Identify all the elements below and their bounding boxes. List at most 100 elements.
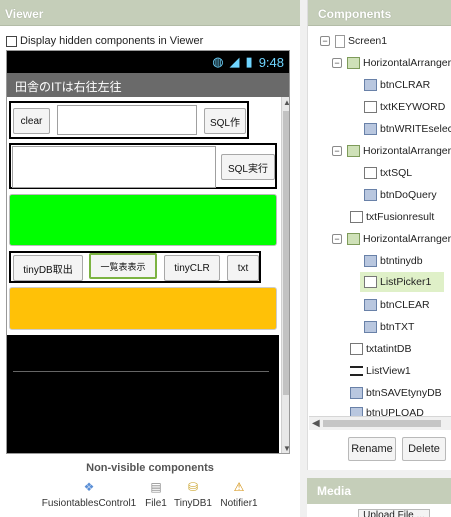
tree-item-txtatintdb[interactable]: txtatintDB	[350, 339, 412, 359]
media-title: Media	[317, 484, 352, 498]
textbox-icon	[350, 211, 363, 223]
list-picker[interactable]: 一覧表表示	[89, 253, 157, 279]
nonvisible-tinydb[interactable]: ⛁ TinyDB1	[172, 480, 214, 509]
tree-item-btnupload[interactable]: btnUPLOAD	[350, 403, 424, 416]
tree-label: txtSQL	[380, 167, 413, 179]
phone-preview: ◍ ◢ ▮ 9:48 田舎のITは右往左往 clear SQL作 SQL実行 t…	[6, 50, 290, 454]
display-hidden-toggle[interactable]: Display hidden components in Viewer	[6, 35, 203, 47]
tree-item-harr3[interactable]: − HorizontalArranger	[332, 229, 451, 249]
textbox-icon	[350, 343, 363, 355]
tree-label: btnCLEAR	[380, 299, 430, 311]
upload-file-button[interactable]: Upload File ...	[358, 509, 430, 517]
tree-item-btnclear[interactable]: btnCLEAR	[364, 295, 430, 315]
horizontal-arrangement-icon	[347, 233, 360, 245]
button-icon	[350, 407, 363, 416]
clear-button[interactable]: clear	[13, 108, 50, 134]
checkbox-icon[interactable]	[6, 35, 17, 47]
collapse-icon[interactable]: −	[332, 58, 342, 68]
tree-item-btnclrar[interactable]: btnCLRAR	[364, 75, 430, 95]
warning-icon: ⚠	[233, 480, 245, 494]
tree-label: ListView1	[366, 365, 411, 377]
textbox-icon	[364, 101, 377, 113]
tree-item-txtfusionresult[interactable]: txtFusionresult	[350, 207, 434, 227]
button-icon	[364, 255, 377, 267]
fusion-result-text[interactable]	[9, 194, 277, 246]
listview-icon	[350, 366, 363, 376]
collapse-icon[interactable]: −	[332, 234, 342, 244]
horizontal-arrangement-1[interactable]: clear SQL作	[9, 101, 249, 139]
sql-make-button[interactable]: SQL作	[204, 108, 246, 134]
sql-exec-button[interactable]: SQL実行	[221, 154, 275, 180]
list-view[interactable]	[7, 335, 279, 453]
file-icon: ▤	[150, 480, 162, 494]
designer-root: Viewer Display hidden components in View…	[0, 0, 451, 517]
nonvisible-label: TinyDB1	[174, 498, 212, 509]
tree-item-harr1[interactable]: − HorizontalArranger	[332, 53, 451, 73]
nonvisible-fusiontables[interactable]: ❖ FusiontablesControl1	[40, 480, 138, 509]
tree-item-txtsql[interactable]: txtSQL	[364, 163, 412, 183]
tree-label: btnTXT	[380, 321, 415, 333]
hscroll-thumb[interactable]	[323, 420, 441, 427]
nonvisible-title: Non-visible components	[86, 462, 214, 474]
nonvisible-notifier[interactable]: ⚠ Notifier1	[215, 480, 263, 509]
tree-label: btnDoQuery	[380, 189, 437, 201]
components-hscrollbar[interactable]: ◀	[309, 416, 451, 430]
tree-item-harr2[interactable]: − HorizontalArranger	[332, 141, 451, 161]
media-header: Media	[307, 478, 451, 504]
viewer-scrollbar[interactable]: ▲ ▼	[281, 97, 289, 453]
app-title-bar: 田舎のITは右往左往	[7, 73, 289, 97]
keyword-input[interactable]	[57, 105, 197, 135]
scroll-down-icon[interactable]: ▼	[282, 443, 289, 453]
nonvisible-label: Notifier1	[220, 498, 258, 509]
button-icon	[364, 189, 377, 201]
sql-input[interactable]	[12, 146, 216, 188]
tree-label: Screen1	[348, 35, 388, 47]
rename-button[interactable]: Rename	[348, 437, 396, 461]
button-icon	[364, 123, 377, 135]
tree-label: txtatintDB	[366, 343, 412, 355]
horizontal-arrangement-icon	[347, 57, 360, 69]
scroll-left-icon[interactable]: ◀	[312, 418, 320, 429]
horizontal-arrangement-icon	[347, 145, 360, 157]
nonvisible-label: File1	[145, 498, 167, 509]
listpicker-icon	[364, 276, 377, 288]
wifi-icon: ◍	[212, 54, 224, 69]
horizontal-arrangement-2[interactable]: SQL実行	[9, 143, 277, 189]
component-tree: − Screen1 − HorizontalArranger btnCLRAR …	[308, 26, 451, 416]
button-icon	[364, 299, 377, 311]
tree-item-txtkeyword[interactable]: txtKEYWORD	[364, 97, 445, 117]
tree-item-listpicker1[interactable]: ListPicker1	[360, 272, 444, 292]
scroll-up-icon[interactable]: ▲	[282, 97, 289, 109]
tree-item-listview1[interactable]: ListView1	[350, 361, 411, 381]
button-icon	[364, 321, 377, 333]
list-divider	[13, 371, 269, 372]
nonvisible-file[interactable]: ▤ File1	[140, 480, 172, 509]
scroll-thumb[interactable]	[283, 111, 289, 395]
tinyclr-button[interactable]: tinyCLR	[164, 255, 220, 281]
tree-item-btnwriteselect[interactable]: btnWRITEselect	[364, 119, 451, 139]
screen-content: clear SQL作 SQL実行 tinyDB取出 一覧表表示 tinyCLR …	[7, 97, 279, 453]
button-icon	[364, 79, 377, 91]
tree-label: HorizontalArranger	[363, 233, 451, 245]
txt-button[interactable]: txt	[227, 255, 259, 281]
horizontal-arrangement-3[interactable]: tinyDB取出 一覧表表示 tinyCLR txt	[9, 251, 261, 283]
collapse-icon[interactable]: −	[332, 146, 342, 156]
components-title: Components	[318, 7, 392, 21]
tree-item-btnsavetynydb[interactable]: btnSAVEtynyDB	[350, 383, 442, 403]
tree-label: btnWRITEselect	[380, 123, 451, 135]
collapse-icon[interactable]: −	[320, 36, 330, 46]
tree-label: ListPicker1	[380, 276, 432, 288]
app-title: 田舎のITは右往左往	[15, 80, 122, 94]
delete-button[interactable]: Delete	[402, 437, 446, 461]
tree-item-btntinydb[interactable]: btntinydb	[364, 251, 423, 271]
tree-item-btndoquery[interactable]: btnDoQuery	[364, 185, 437, 205]
tree-label: txtKEYWORD	[380, 101, 446, 113]
battery-icon: ▮	[245, 54, 253, 69]
tree-label: HorizontalArranger	[363, 57, 451, 69]
tree-item-btntxt[interactable]: btnTXT	[364, 317, 414, 337]
button-icon	[350, 387, 363, 399]
tinydb-get-button[interactable]: tinyDB取出	[13, 255, 83, 281]
database-icon: ⛁	[187, 480, 199, 494]
tree-item-screen1[interactable]: − Screen1	[320, 31, 387, 51]
tinydb-text[interactable]	[9, 287, 277, 330]
